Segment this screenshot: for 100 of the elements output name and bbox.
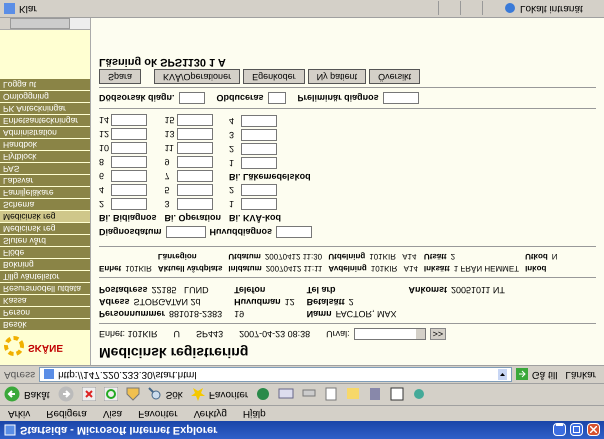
field-value: STORGATAN 2d [134, 296, 201, 307]
back-button[interactable]: Bakåt [4, 386, 50, 402]
home-icon[interactable] [126, 388, 140, 402]
input-field[interactable] [241, 157, 278, 169]
favorites-button[interactable]: Favoriter [190, 387, 248, 402]
menu-item[interactable]: Visa [102, 406, 122, 421]
page-title: Medicinsk registrering [99, 344, 250, 362]
minimize-button[interactable] [553, 424, 566, 436]
field-label: Ankomst [408, 284, 447, 295]
next-button[interactable]: >> [430, 328, 446, 340]
horizontal-scrollbar[interactable] [0, 18, 90, 30]
input-field[interactable] [176, 170, 213, 182]
input-field[interactable] [111, 156, 147, 168]
sidebar-item[interactable]: Tillg väntelistor [0, 271, 90, 282]
field-value: 20070412 11:11 [266, 263, 322, 274]
column-heading: Bi. Bidiagnos [99, 212, 157, 224]
input-field[interactable] [241, 184, 278, 196]
input-field[interactable] [111, 198, 147, 210]
column-heading: Bi. KVÅ-kod [229, 212, 282, 224]
input-field[interactable] [241, 129, 278, 141]
field-value: 101KIR [125, 263, 152, 274]
sidebar-item[interactable]: Bokning [0, 259, 90, 270]
field-label: Avdelning [328, 263, 367, 274]
status-message: Läsning ok SPS1130 1 A [99, 56, 227, 67]
sidebar-item[interactable]: Enhetsanteckningar [0, 115, 90, 126]
links-button[interactable]: Länkar [561, 367, 600, 382]
sidebar-item[interactable]: Besök [0, 319, 90, 330]
sidebar-item[interactable]: PAS [0, 163, 90, 174]
search-icon [148, 388, 162, 402]
menu-item[interactable]: Redigera [46, 406, 87, 421]
column-heading: Bi. Operation [164, 212, 222, 224]
field-label: Aktuell vårdplats [158, 263, 222, 274]
sidebar-item[interactable]: Sluten vård [0, 235, 90, 246]
refresh-icon[interactable] [104, 388, 118, 402]
stop-icon[interactable] [82, 388, 96, 402]
input-field[interactable] [111, 128, 147, 140]
status-text: Klar [19, 2, 37, 16]
input-field[interactable] [176, 142, 213, 154]
window-icon[interactable] [390, 388, 404, 402]
action-button[interactable]: Översikt [369, 69, 420, 84]
sidebar-item[interactable]: PK Anteckningar [0, 103, 90, 114]
sidebar-item[interactable]: Familjeläkare [0, 187, 90, 198]
sidebar-item[interactable]: Flytblock [0, 151, 90, 162]
sidebar-item[interactable]: Resursmodell utdata [0, 283, 90, 294]
action-button[interactable]: Spara [99, 69, 142, 84]
sidebar-item[interactable]: Person [0, 307, 90, 318]
input-field[interactable] [268, 92, 286, 104]
menu-item[interactable]: Hjälp [242, 406, 266, 421]
action-button[interactable]: Egenkoder [243, 69, 305, 84]
input-field[interactable] [176, 128, 213, 140]
input-field[interactable] [111, 170, 147, 182]
input-field[interactable] [111, 184, 147, 196]
sidebar-item[interactable]: Kassa [0, 295, 90, 306]
sidebar-item[interactable]: Handbok [0, 139, 90, 150]
input-field[interactable] [241, 115, 278, 127]
menu-item[interactable]: Verktyg [194, 406, 227, 421]
action-button[interactable]: Ny patient [308, 69, 366, 84]
field-value: 12 [284, 296, 295, 307]
row-number: 8 [99, 156, 106, 168]
sidebar-item[interactable]: Omloggning [0, 91, 90, 102]
input-field[interactable] [178, 92, 205, 104]
close-button[interactable] [587, 424, 600, 436]
selection-dropdown[interactable] [354, 328, 426, 340]
field-label: Tel arb [306, 284, 336, 295]
sidebar-item[interactable]: Medicinsk reg [0, 211, 90, 222]
menu-item[interactable]: Arkiv [8, 406, 30, 421]
field-value: 1 FRÅN HEMMET [454, 263, 520, 274]
page-icon [44, 370, 54, 380]
input-field[interactable] [111, 142, 147, 154]
menu-item[interactable]: Favoriter [138, 406, 178, 421]
sidebar-item[interactable]: Labsvar [0, 175, 90, 186]
sidebar-item[interactable]: Flöde [0, 247, 90, 258]
row-number: 3 [229, 130, 236, 140]
row-number: 7 [164, 170, 171, 182]
sidebar-item[interactable]: Medicinsk reg [0, 223, 90, 234]
sidebar-item[interactable]: Administration [0, 127, 90, 138]
unit-text: Enhet: 101KIR [99, 328, 158, 340]
mail-icon[interactable] [278, 388, 294, 402]
input-field[interactable] [166, 226, 206, 238]
input-field[interactable] [241, 198, 278, 210]
input-field[interactable] [176, 114, 213, 126]
search-button[interactable]: Sök [148, 387, 183, 402]
input-field[interactable] [111, 114, 147, 126]
field-label: Utdatum [228, 251, 261, 262]
go-button[interactable]: Gå till [516, 367, 558, 382]
address-field[interactable]: http://147.220.233.30/start.html [39, 367, 512, 382]
maximize-button[interactable] [570, 424, 583, 436]
input-field[interactable] [176, 198, 213, 210]
action-button[interactable]: KVÅ/Operationer [154, 69, 240, 84]
input-field[interactable] [176, 184, 213, 196]
document-icon[interactable] [324, 388, 338, 402]
media-icon[interactable] [256, 388, 270, 402]
sidebar-item[interactable]: Schema [0, 199, 90, 210]
sidebar-item[interactable]: Logga ut [0, 79, 90, 90]
input-field[interactable] [176, 156, 213, 168]
input-field[interactable] [276, 226, 312, 238]
input-field[interactable] [241, 143, 278, 155]
input-field[interactable] [382, 92, 419, 104]
logo-text: SKÅNE [28, 341, 64, 355]
row-number: 15 [164, 114, 176, 126]
